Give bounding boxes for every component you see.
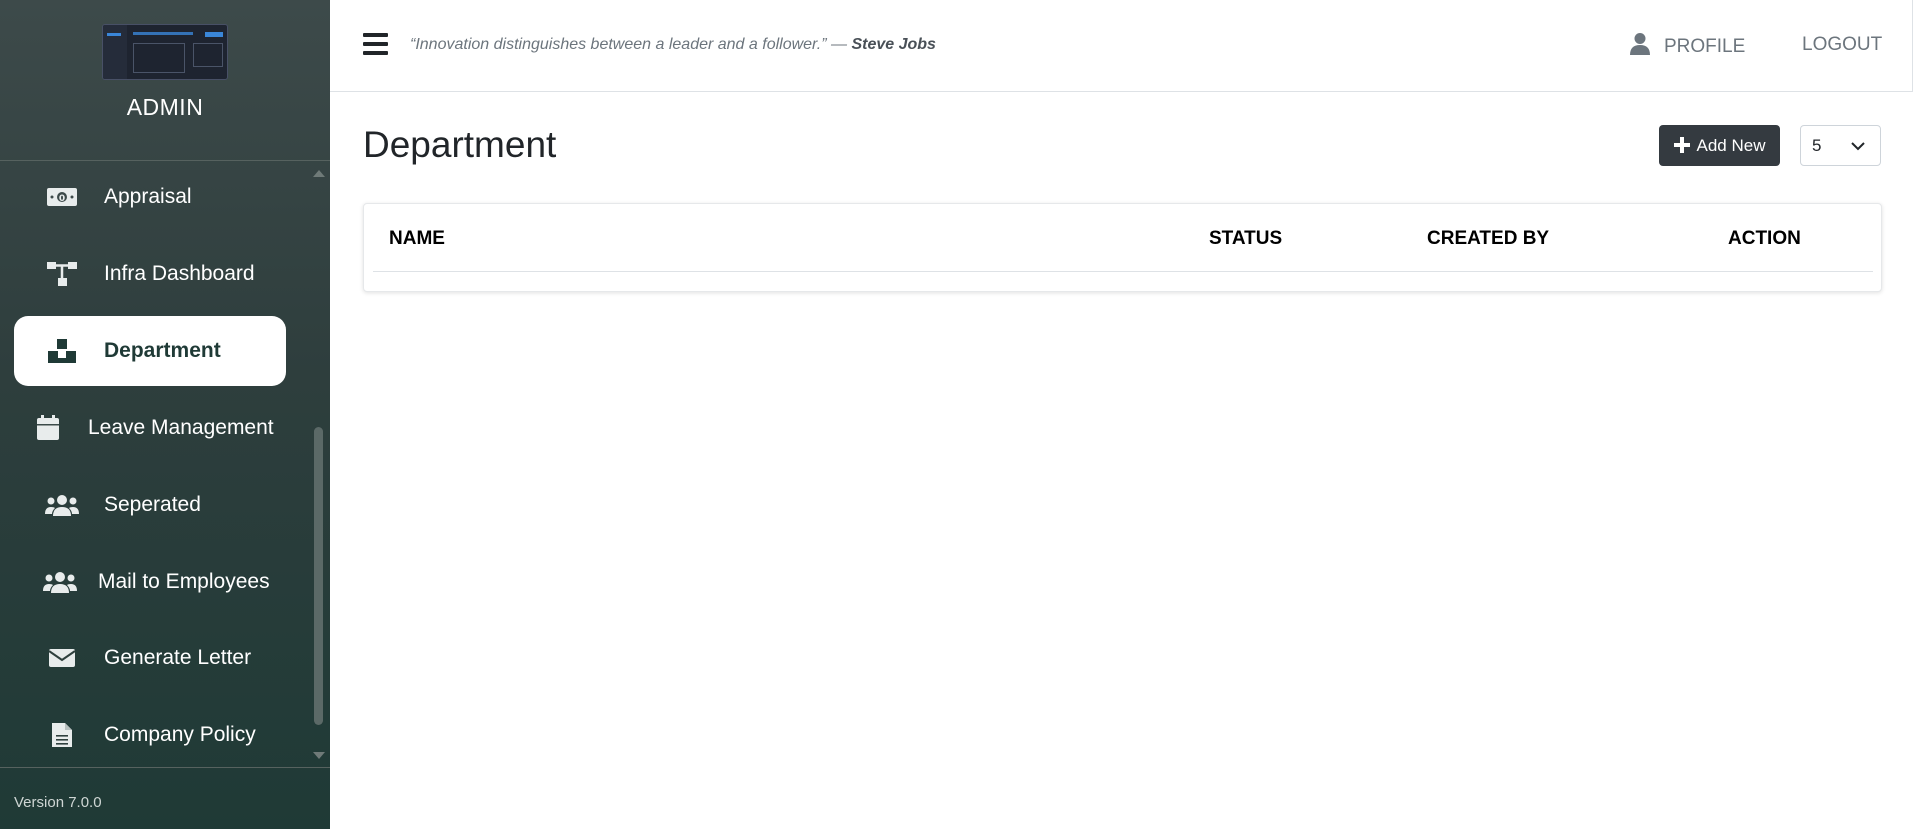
scroll-up-arrow[interactable] (313, 170, 325, 177)
scroll-down-arrow[interactable] (313, 752, 325, 759)
profile-link[interactable]: PROFILE (1630, 32, 1745, 62)
chevron-down-icon (1850, 136, 1866, 156)
column-header-created-by: CREATED BY (1427, 228, 1550, 249)
sidebar-item-mail-to-employees[interactable]: Mail to Employees (14, 547, 286, 617)
page-size-select[interactable]: 5 (1800, 125, 1881, 166)
calendar-icon (30, 413, 66, 443)
sidebar-item-generate-letter[interactable]: Generate Letter (14, 623, 286, 693)
svg-text:0: 0 (59, 194, 65, 204)
sidebar-item-label: Department (104, 339, 221, 362)
sidebar-item-label: Seperated (104, 493, 201, 516)
sidebar-item-label: Company Policy (104, 723, 256, 746)
column-header-name: NAME (389, 228, 445, 249)
envelope-icon (44, 643, 80, 673)
sidebar-item-department[interactable]: Department (14, 316, 286, 386)
top-header: “Innovation distinguishes between a lead… (330, 0, 1913, 92)
table-header: NAME STATUS CREATED BY ACTION (373, 214, 1873, 272)
quote-text: “Innovation distinguishes between a lead… (410, 36, 852, 53)
sidebar-item-label: Mail to Employees (98, 570, 270, 593)
file-icon (44, 720, 80, 750)
money-bill-icon: 0 (44, 182, 80, 212)
sidebar-item-label: Generate Letter (104, 646, 252, 669)
sidebar-item-company-policy[interactable]: Company Policy (14, 700, 286, 766)
add-new-label: Add New (1696, 135, 1766, 155)
department-table: NAME STATUS CREATED BY ACTION (363, 203, 1882, 292)
hamburger-menu-icon[interactable] (363, 33, 388, 55)
sidebar: ADMIN 0 Appraisal Infra Dashboard Depart… (0, 0, 330, 829)
sidebar-item-label: Appraisal (104, 185, 192, 208)
page-title: Department (363, 124, 557, 165)
brand-title: ADMIN (126, 94, 204, 120)
brand-logo (102, 24, 228, 80)
users-icon (42, 567, 78, 597)
user-icon (1630, 32, 1650, 62)
sidebar-item-appraisal[interactable]: 0 Appraisal (14, 162, 286, 232)
sitemap-icon (44, 259, 80, 289)
logout-link[interactable]: LOGOUT (1802, 34, 1882, 56)
column-header-status: STATUS (1209, 228, 1283, 249)
sidebar-item-leave-management[interactable]: Leave Management (14, 393, 286, 463)
header-quote: “Innovation distinguishes between a lead… (410, 36, 936, 54)
profile-label: PROFILE (1664, 36, 1746, 57)
sidebar-brand: ADMIN (0, 0, 330, 161)
sidebar-item-label: Infra Dashboard (104, 262, 255, 285)
plus-icon (1673, 134, 1690, 158)
version-label: Version 7.0.0 (0, 767, 330, 829)
sidebar-nav: 0 Appraisal Infra Dashboard Department L… (0, 162, 330, 766)
column-header-action: ACTION (1728, 228, 1801, 249)
sidebar-item-seperated[interactable]: Seperated (14, 470, 286, 540)
users-icon (44, 490, 80, 520)
sidebar-item-infra-dashboard[interactable]: Infra Dashboard (14, 239, 286, 309)
page-size-value: 5 (1812, 135, 1822, 155)
add-new-button[interactable]: Add New (1659, 125, 1780, 166)
sidebar-scrollbar-thumb[interactable] (314, 427, 323, 725)
quote-author: Steve Jobs (851, 36, 936, 53)
sidebar-item-label: Leave Management (88, 416, 274, 439)
cubes-icon (44, 336, 80, 366)
